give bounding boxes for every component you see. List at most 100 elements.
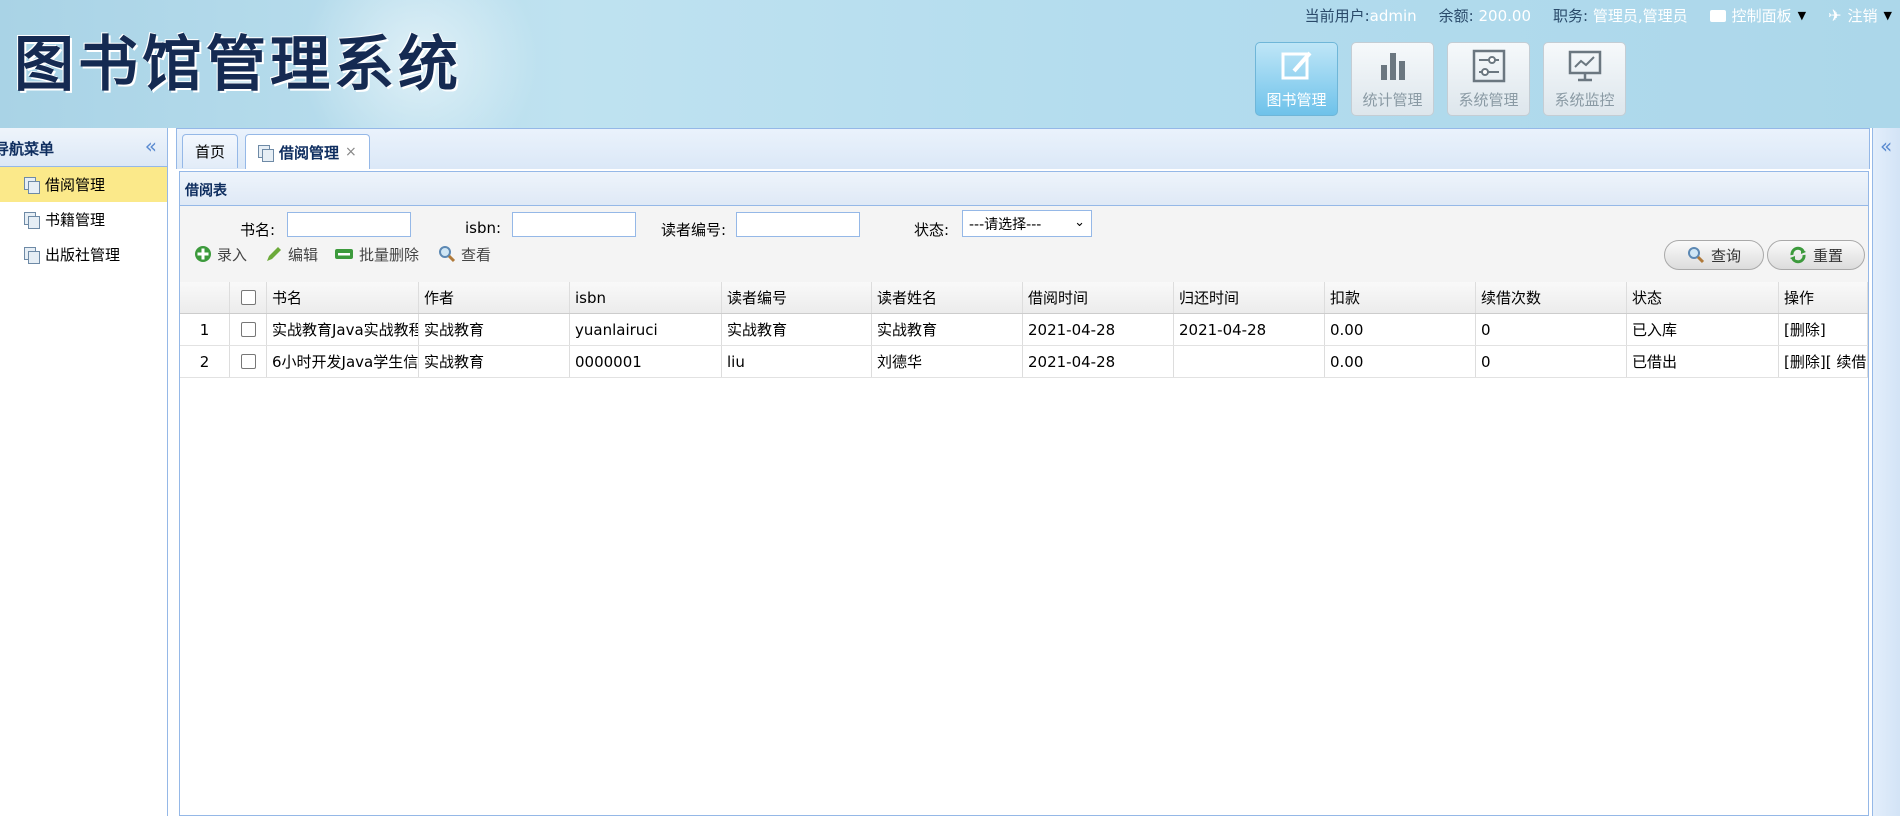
table-header-row: 书名 作者 isbn 读者编号 读者姓名 借阅时间 归还时间 扣款 续借次数 状… <box>180 282 1868 314</box>
column-header[interactable]: 借阅时间 <box>1023 282 1174 313</box>
current-user: 当前用户:admin <box>1305 5 1417 26</box>
module-system-monitor[interactable]: 系统监控 <box>1543 42 1626 116</box>
document-icon <box>24 177 40 194</box>
view-label: 查看 <box>461 245 492 264</box>
module-label: 图书管理 <box>1266 91 1327 109</box>
module-label: 系统管理 <box>1458 91 1519 109</box>
cell-reader-name: 刘德华 <box>872 346 1023 377</box>
cell-isbn: yuanlairuci <box>570 314 722 345</box>
expand-right-panel-icon[interactable]: « <box>1880 134 1892 158</box>
column-header[interactable]: 读者编号 <box>722 282 872 313</box>
cell-author: 实战教育 <box>419 346 570 377</box>
reset-button[interactable]: 重置 <box>1767 240 1865 270</box>
column-header[interactable]: 扣款 <box>1325 282 1476 313</box>
balance: 余额: 200.00 <box>1439 5 1531 26</box>
table-row[interactable]: 2 6小时开发Java学生信息 实战教育 0000001 liu 刘德华 202… <box>180 346 1868 378</box>
tab-bar: 首页 借阅管理 × <box>176 128 1870 169</box>
batch-delete-button[interactable]: 批量删除 <box>334 242 419 266</box>
plus-circle-icon <box>195 246 211 262</box>
logout-menu[interactable]: ✈ 注销 ▼ <box>1828 5 1892 26</box>
minus-icon <box>335 249 353 259</box>
status-label: 状态: <box>914 221 950 239</box>
tab-label: 借阅管理 <box>279 143 340 162</box>
cell-author: 实战教育 <box>419 314 570 345</box>
tab-home[interactable]: 首页 <box>182 134 239 168</box>
row-number: 2 <box>180 346 230 377</box>
document-icon <box>258 144 274 162</box>
borrow-table: 书名 作者 isbn 读者编号 读者姓名 借阅时间 归还时间 扣款 续借次数 状… <box>180 282 1868 378</box>
cell-return-time <box>1174 346 1325 377</box>
cell-borrow-time: 2021-04-28 <box>1023 314 1174 345</box>
cell-reader-name: 实战教育 <box>872 314 1023 345</box>
isbn-input[interactable] <box>512 212 636 237</box>
nav-sidebar: 导航菜单 « 借阅管理 书籍管理 出版社管理 <box>0 128 168 816</box>
search-icon <box>1687 247 1705 264</box>
current-user-label: 当前用户: <box>1304 7 1370 25</box>
paper-plane-icon: ✈ <box>1828 6 1842 25</box>
magnifier-icon <box>439 246 456 263</box>
query-button[interactable]: 查询 <box>1664 240 1764 270</box>
control-panel-menu[interactable]: 控制面板 ▼ <box>1709 5 1806 26</box>
edit-label: 编辑 <box>288 245 319 264</box>
view-button[interactable]: 查看 <box>438 242 491 266</box>
batch-delete-label: 批量删除 <box>359 245 420 264</box>
cell-isbn: 0000001 <box>570 346 722 377</box>
module-system-management[interactable]: 系统管理 <box>1447 42 1530 116</box>
row-checkbox[interactable] <box>230 346 267 377</box>
sidebar-item-borrow-management[interactable]: 借阅管理 <box>0 167 167 202</box>
table-row[interactable]: 1 实战教育Java实战教程 实战教育 yuanlairuci 实战教育 实战教… <box>180 314 1868 346</box>
sidebar-item-book-management[interactable]: 书籍管理 <box>0 202 167 237</box>
cell-operations: [删除][ 续借] <box>1779 346 1868 377</box>
column-header[interactable]: 归还时间 <box>1174 282 1325 313</box>
role-label: 职务: <box>1553 7 1589 25</box>
reader-no-input[interactable] <box>736 212 860 237</box>
module-statistics[interactable]: 统计管理 <box>1351 42 1434 116</box>
row-checkbox[interactable] <box>230 314 267 345</box>
app-logo: 图书馆管理系统 <box>14 24 462 100</box>
book-name-input[interactable] <box>287 212 411 237</box>
panel-header: 借阅表 <box>180 172 1868 206</box>
isbn-label: isbn: <box>465 219 502 237</box>
column-header[interactable]: 书名 <box>267 282 419 313</box>
delete-renew-links[interactable]: [删除][ 续借] <box>1784 351 1867 372</box>
column-header[interactable]: 续借次数 <box>1476 282 1627 313</box>
column-header[interactable]: 读者姓名 <box>872 282 1023 313</box>
column-header[interactable]: 作者 <box>419 282 570 313</box>
row-number-header <box>180 282 230 313</box>
row-number: 1 <box>180 314 230 345</box>
collapse-left-icon[interactable]: « <box>145 134 157 158</box>
sidebar-title: 导航菜单 <box>0 140 55 158</box>
query-label: 查询 <box>1710 246 1741 265</box>
folder-icon <box>1709 9 1726 22</box>
tab-close-icon[interactable]: × <box>345 144 357 160</box>
balance-value: 200.00 <box>1478 7 1532 25</box>
search-toolbar: 书名: isbn: 读者编号: 状态: ---请选择--- ⌄ 录入 编辑 批量… <box>180 206 1868 283</box>
panel-title: 借阅表 <box>185 183 227 199</box>
logo-text: 图书馆管理系统 <box>14 29 462 100</box>
module-book-management[interactable]: 图书管理 <box>1255 42 1338 116</box>
select-all-checkbox[interactable] <box>230 282 267 313</box>
edit-button[interactable]: 编辑 <box>265 242 318 266</box>
edit-icon <box>1281 51 1312 80</box>
document-icon <box>24 247 40 264</box>
cell-reader-no: 实战教育 <box>722 314 872 345</box>
delete-link[interactable]: [删除] <box>1784 319 1826 340</box>
cell-status: 已借出 <box>1627 346 1779 377</box>
column-header[interactable]: 状态 <box>1627 282 1779 313</box>
column-header[interactable]: isbn <box>570 282 722 313</box>
settings-sliders-icon <box>1472 49 1506 83</box>
role: 职务: 管理员,管理员 <box>1553 5 1688 26</box>
cell-book-name: 实战教育Java实战教程 <box>267 314 419 345</box>
column-header[interactable]: 操作 <box>1779 282 1868 313</box>
cell-renew-count: 0 <box>1476 346 1627 377</box>
sidebar-item-label: 借阅管理 <box>45 176 106 194</box>
pencil-icon <box>267 247 281 261</box>
sidebar-header: 导航菜单 « <box>0 128 167 167</box>
tab-borrow-management[interactable]: 借阅管理 × <box>245 134 370 169</box>
sidebar-item-publisher-management[interactable]: 出版社管理 <box>0 237 167 272</box>
reader-no-label: 读者编号: <box>661 221 727 239</box>
add-button[interactable]: 录入 <box>194 242 247 266</box>
status-select[interactable]: ---请选择--- ⌄ <box>962 210 1092 237</box>
cell-book-name: 6小时开发Java学生信息 <box>267 346 419 377</box>
book-name-label: 书名: <box>240 221 276 239</box>
